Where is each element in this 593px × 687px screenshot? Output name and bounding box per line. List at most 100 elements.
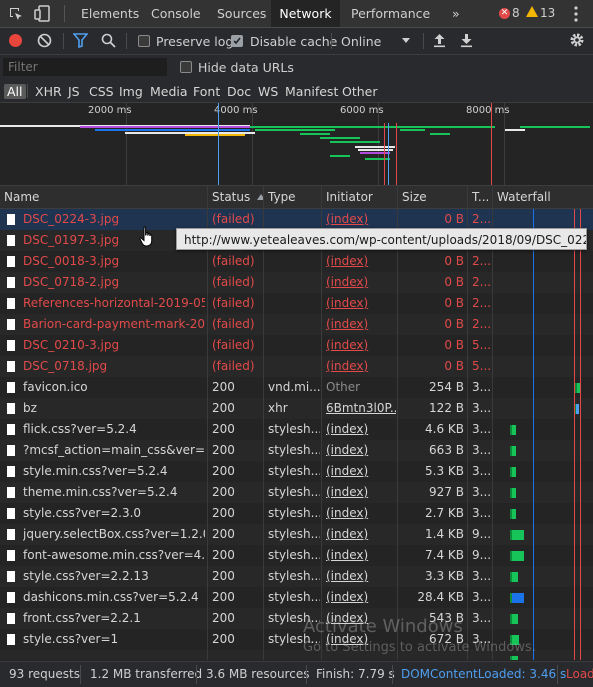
table-row[interactable]: DSC_0210-3.jpg (failed) (index) 0 B 5... [0, 335, 593, 356]
file-icon [7, 277, 15, 288]
type-filter-css[interactable]: CSS [86, 84, 117, 99]
request-initiator: (index) [326, 275, 369, 289]
filter-bar: Hide data URLs [0, 55, 593, 81]
request-time: 9... [472, 548, 492, 562]
request-size: 1.4 KB [425, 527, 464, 541]
table-row[interactable]: dashicons.min.css?ver=5.2.4 200 stylesh...… [0, 587, 593, 608]
column-header-initiator[interactable]: Initiator [322, 186, 398, 208]
table-row[interactable]: DSC_0018-3.jpg (failed) (index) 0 B 2... [0, 251, 593, 272]
column-header-status[interactable]: Status [208, 186, 264, 208]
type-filter-media[interactable]: Media [147, 84, 191, 99]
warning-icon[interactable] [526, 6, 538, 17]
throttling-select[interactable]: Online [341, 34, 381, 49]
request-status: (failed) [212, 317, 255, 331]
column-header-name[interactable]: Name [0, 186, 208, 208]
inspect-element-icon[interactable] [8, 6, 24, 22]
export-har-icon[interactable] [460, 33, 473, 48]
overview-bar [255, 129, 335, 131]
request-time: 2... [472, 212, 492, 226]
table-row[interactable]: favicon.ico 200 vnd.mi... Other 254 B 3... [0, 377, 593, 398]
filter-input[interactable] [3, 58, 167, 76]
request-type: xhr [268, 401, 288, 415]
request-type: stylesh... [268, 464, 320, 478]
chevron-down-icon[interactable] [402, 38, 410, 43]
table-row[interactable]: bz 200 xhr 6Bmtn3l0P... 122 B 3... [0, 398, 593, 419]
search-icon[interactable] [101, 33, 116, 48]
request-time: 3... [472, 590, 492, 604]
type-filter-manifest[interactable]: Manifest [282, 84, 341, 99]
table-row[interactable]: Barion-card-payment-mark-201... (failed) (… [0, 314, 593, 335]
table-row[interactable]: style.css?ver=2.2.13 200 stylesh... (index)… [0, 566, 593, 587]
column-header-type[interactable]: Type [264, 186, 322, 208]
activate-windows-watermark: Activate Windows [303, 616, 463, 637]
kebab-menu-icon[interactable] [574, 6, 578, 22]
request-size: 122 B [429, 401, 464, 415]
type-filter-doc[interactable]: Doc [224, 84, 254, 99]
table-row[interactable]: DSC_0718.jpg (failed) (index) 0 B 5... [0, 356, 593, 377]
request-status: 200 [212, 464, 235, 478]
hide-data-urls-checkbox[interactable] [180, 61, 192, 73]
type-filter-img[interactable]: Img [116, 84, 146, 99]
table-row[interactable]: DSC_0224-3.jpg (failed) (index) 0 B 2... [0, 209, 593, 230]
record-icon[interactable] [9, 34, 22, 47]
request-size: 2.7 KB [425, 506, 464, 520]
file-icon [7, 214, 15, 225]
type-filter-font[interactable]: Font [190, 84, 223, 99]
table-row[interactable]: theme.min.css?ver=5.2.4 200 stylesh... (ind… [0, 482, 593, 503]
table-row[interactable]: ?mcsf_action=main_css&ver=5.... 200 styles… [0, 440, 593, 461]
request-type [268, 251, 320, 272]
table-row[interactable]: font-awesome.min.css?ver=4.7.0 200 stylesh… [0, 545, 593, 566]
device-toolbar-icon[interactable] [34, 5, 52, 22]
column-header-time[interactable]: T... [468, 186, 493, 208]
table-row[interactable]: References-horizontal-2019-05-... (failed… [0, 293, 593, 314]
clear-icon[interactable] [37, 33, 52, 48]
request-initiator: (index) [326, 317, 369, 331]
preserve-log-checkbox[interactable] [138, 35, 150, 47]
file-icon [7, 403, 15, 414]
more-tabs-button[interactable]: » [452, 0, 460, 27]
tab-network[interactable]: Network [271, 0, 340, 27]
tab-sources[interactable]: Sources [217, 0, 266, 27]
request-initiator: (index) [326, 590, 369, 604]
tab-performance[interactable]: Performance [351, 0, 430, 27]
type-filter-xhr[interactable]: XHR [32, 84, 65, 99]
column-header-waterfall[interactable]: Waterfall [493, 186, 593, 208]
table-row[interactable]: front.css?ver=2.2.1 200 stylesh... (index) 5… [0, 608, 593, 629]
toolbar-divider [63, 33, 64, 49]
request-size: 28.4 KB [417, 590, 464, 604]
type-filter-all[interactable]: All [4, 84, 26, 99]
column-header-size[interactable]: Size [398, 186, 468, 208]
request-name: jquery.selectBox.css?ver=1.2.0 [23, 527, 205, 541]
overview-bar [95, 129, 250, 131]
request-size: 0 B [444, 338, 464, 352]
request-size: 4.6 KB [425, 422, 464, 436]
table-row[interactable]: jquery.selectBox.css?ver=1.2.0 200 stylesh… [0, 524, 593, 545]
waterfall-bar [510, 551, 524, 561]
table-row[interactable]: style.css?ver=2.3.0 200 stylesh... (index) 2… [0, 503, 593, 524]
request-initiator: (index) [326, 422, 369, 436]
type-filter-other[interactable]: Other [339, 84, 381, 99]
transferred-size: 1.2 MB transferred [90, 667, 203, 681]
tab-elements[interactable]: Elements [81, 0, 139, 27]
disable-cache-checkbox[interactable] [231, 35, 243, 47]
waterfall-domcontentloaded-line [533, 209, 534, 660]
waterfall-bar [510, 425, 516, 435]
import-har-icon[interactable] [433, 33, 446, 48]
tab-console[interactable]: Console [151, 0, 201, 27]
file-icon [7, 445, 15, 456]
type-filter-ws[interactable]: WS [255, 84, 281, 99]
table-row[interactable]: style.min.css?ver=5.2.4 200 stylesh... (ind… [0, 461, 593, 482]
gear-icon[interactable] [569, 32, 585, 48]
type-filter-js[interactable]: JS [65, 84, 83, 99]
request-type: stylesh... [268, 422, 320, 436]
table-row[interactable]: DSC_0718-2.jpg (failed) (index) 0 B 2... [0, 272, 593, 293]
filter-icon[interactable] [72, 33, 89, 49]
waterfall-bar [510, 572, 518, 582]
table-row[interactable]: flick.css?ver=5.2.4 200 stylesh... (index) 4… [0, 419, 593, 440]
error-icon[interactable]: ✕ [499, 8, 510, 19]
request-time: 3... [472, 464, 492, 478]
request-name: DSC_0224-3.jpg [23, 212, 120, 226]
request-name: style.css?ver=2.2.13 [23, 569, 149, 583]
request-time: 3... [472, 611, 492, 625]
timeline-overview[interactable]: 2000 ms 4000 ms 6000 ms 8000 ms [0, 103, 593, 186]
